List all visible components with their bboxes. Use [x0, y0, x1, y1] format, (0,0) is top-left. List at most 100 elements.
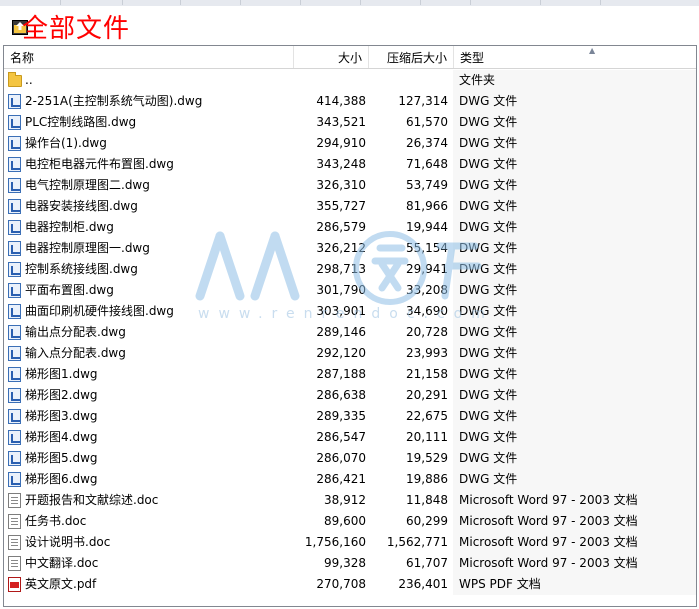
- file-row[interactable]: 梯形图6.dwg 286,421 19,886 DWG 文件: [4, 469, 696, 490]
- file-row[interactable]: 平面布置图.dwg 301,790 33,208 DWG 文件: [4, 280, 696, 301]
- file-row[interactable]: 曲面印刷机硬件接线图.dwg 303,901 34,690 DWG 文件: [4, 301, 696, 322]
- toolbar-tab[interactable]: [300, 0, 301, 5]
- file-row[interactable]: 任务书.doc 89,600 60,299 Microsoft Word 97 …: [4, 511, 696, 532]
- file-size: 343,248: [316, 157, 366, 171]
- file-type: DWG 文件: [453, 385, 696, 406]
- file-row[interactable]: 输入点分配表.dwg 292,120 23,993 DWG 文件: [4, 343, 696, 364]
- file-size: 414,388: [316, 94, 366, 108]
- file-name: 设计说明书.doc: [25, 535, 111, 549]
- file-row[interactable]: 梯形图4.dwg 286,547 20,111 DWG 文件: [4, 427, 696, 448]
- file-row[interactable]: 梯形图1.dwg 287,188 21,158 DWG 文件: [4, 364, 696, 385]
- dwg-file-icon: [8, 241, 21, 256]
- file-type: DWG 文件: [453, 343, 696, 364]
- file-type: DWG 文件: [453, 91, 696, 112]
- file-type: Microsoft Word 97 - 2003 文档: [453, 553, 696, 574]
- file-row[interactable]: 梯形图5.dwg 286,070 19,529 DWG 文件: [4, 448, 696, 469]
- toolbar-tab[interactable]: [600, 0, 601, 5]
- file-compressed-size: 19,944: [406, 220, 448, 234]
- file-row[interactable]: 电控柜电器元件布置图.dwg 343,248 71,648 DWG 文件: [4, 154, 696, 175]
- file-size: 286,579: [316, 220, 366, 234]
- file-row[interactable]: 开题报告和文献综述.doc 38,912 11,848 Microsoft Wo…: [4, 490, 696, 511]
- file-row[interactable]: 2-251A(主控制系统气动图).dwg 414,388 127,314 DWG…: [4, 91, 696, 112]
- file-row[interactable]: 操作台(1).dwg 294,910 26,374 DWG 文件: [4, 133, 696, 154]
- file-size: 301,790: [316, 283, 366, 297]
- file-row[interactable]: 梯形图2.dwg 286,638 20,291 DWG 文件: [4, 385, 696, 406]
- file-name: ..: [25, 73, 33, 87]
- file-compressed-size: 1,562,771: [386, 535, 448, 549]
- toolbar-tab[interactable]: [420, 0, 421, 5]
- file-type: DWG 文件: [453, 469, 696, 490]
- file-name: 输入点分配表.dwg: [25, 346, 126, 360]
- dwg-file-icon: [8, 157, 21, 172]
- file-compressed-size: 81,966: [406, 199, 448, 213]
- file-compressed-size: 22,675: [406, 409, 448, 423]
- page-title: 全部文件: [22, 14, 131, 44]
- file-size: 303,901: [316, 304, 366, 318]
- file-type: Microsoft Word 97 - 2003 文档: [453, 532, 696, 553]
- dwg-file-icon: [8, 367, 21, 382]
- file-row[interactable]: 电器控制原理图一.dwg 326,212 55,154 DWG 文件: [4, 238, 696, 259]
- file-type: 文件夹: [453, 70, 696, 91]
- file-type: Microsoft Word 97 - 2003 文档: [453, 511, 696, 532]
- file-row[interactable]: 设计说明书.doc 1,756,160 1,562,771 Microsoft …: [4, 532, 696, 553]
- file-name: 英文原文.pdf: [25, 577, 97, 591]
- file-type: DWG 文件: [453, 112, 696, 133]
- file-type: DWG 文件: [453, 427, 696, 448]
- file-row[interactable]: 电器控制柜.dwg 286,579 19,944 DWG 文件: [4, 217, 696, 238]
- column-name-header[interactable]: 名称: [4, 46, 294, 68]
- dwg-file-icon: [8, 451, 21, 466]
- file-row[interactable]: 梯形图3.dwg 289,335 22,675 DWG 文件: [4, 406, 696, 427]
- file-row[interactable]: 输出点分配表.dwg 289,146 20,728 DWG 文件: [4, 322, 696, 343]
- toolbar-tab[interactable]: [180, 0, 181, 5]
- file-type: DWG 文件: [453, 175, 696, 196]
- sort-arrow-icon: ▲: [589, 46, 596, 55]
- file-type: DWG 文件: [453, 301, 696, 322]
- toolbar-tab[interactable]: [470, 0, 471, 5]
- file-row[interactable]: .. 文件夹: [4, 70, 696, 91]
- toolbar-tab[interactable]: [60, 0, 61, 5]
- file-name: 梯形图4.dwg: [25, 430, 98, 444]
- column-type-header[interactable]: 类型: [454, 46, 696, 68]
- file-row[interactable]: 英文原文.pdf 270,708 236,401 WPS PDF 文档: [4, 574, 696, 595]
- file-compressed-size: 34,690: [406, 304, 448, 318]
- file-size: 286,547: [316, 430, 366, 444]
- file-row[interactable]: 控制系统接线图.dwg 298,713 29,941 DWG 文件: [4, 259, 696, 280]
- file-type: DWG 文件: [453, 133, 696, 154]
- toolbar-tab[interactable]: [540, 0, 541, 5]
- column-size-header[interactable]: 大小: [294, 46, 369, 68]
- column-compressed-header[interactable]: 压缩后大小: [369, 46, 454, 68]
- file-size: 270,708: [316, 577, 366, 591]
- file-compressed-size: 53,749: [406, 178, 448, 192]
- file-type: DWG 文件: [453, 259, 696, 280]
- file-row[interactable]: 电器安装接线图.dwg 355,727 81,966 DWG 文件: [4, 196, 696, 217]
- file-name: 电器控制柜.dwg: [25, 220, 114, 234]
- column-header: 名称 大小 压缩后大小 类型 ▲: [4, 46, 696, 69]
- file-size: 292,120: [316, 346, 366, 360]
- file-size: 286,421: [316, 472, 366, 486]
- dwg-file-icon: [8, 346, 21, 361]
- dwg-file-icon: [8, 178, 21, 193]
- file-compressed-size: 20,728: [406, 325, 448, 339]
- file-name: 梯形图5.dwg: [25, 451, 98, 465]
- pdf-file-icon: [8, 577, 21, 592]
- file-rows: .. 文件夹 2-251A(主控制系统气动图).dwg 414,388 127,…: [4, 70, 696, 595]
- file-name: 梯形图1.dwg: [25, 367, 98, 381]
- file-compressed-size: 55,154: [406, 241, 448, 255]
- file-type: Microsoft Word 97 - 2003 文档: [453, 490, 696, 511]
- file-row[interactable]: 电气控制原理图二.dwg 326,310 53,749 DWG 文件: [4, 175, 696, 196]
- file-name: 电气控制原理图二.dwg: [25, 178, 150, 192]
- file-size: 294,910: [316, 136, 366, 150]
- toolbar-tab[interactable]: [360, 0, 361, 5]
- file-type: DWG 文件: [453, 448, 696, 469]
- toolbar-tab[interactable]: [122, 0, 123, 5]
- file-row[interactable]: PLC控制线路图.dwg 343,521 61,570 DWG 文件: [4, 112, 696, 133]
- file-name: 操作台(1).dwg: [25, 136, 107, 150]
- file-compressed-size: 20,111: [406, 430, 448, 444]
- file-size: 326,310: [316, 178, 366, 192]
- file-row[interactable]: 中文翻译.doc 99,328 61,707 Microsoft Word 97…: [4, 553, 696, 574]
- file-type: WPS PDF 文档: [453, 574, 696, 595]
- file-compressed-size: 61,707: [406, 556, 448, 570]
- file-compressed-size: 19,529: [406, 451, 448, 465]
- toolbar-tab[interactable]: [240, 0, 241, 5]
- file-name: 控制系统接线图.dwg: [25, 262, 138, 276]
